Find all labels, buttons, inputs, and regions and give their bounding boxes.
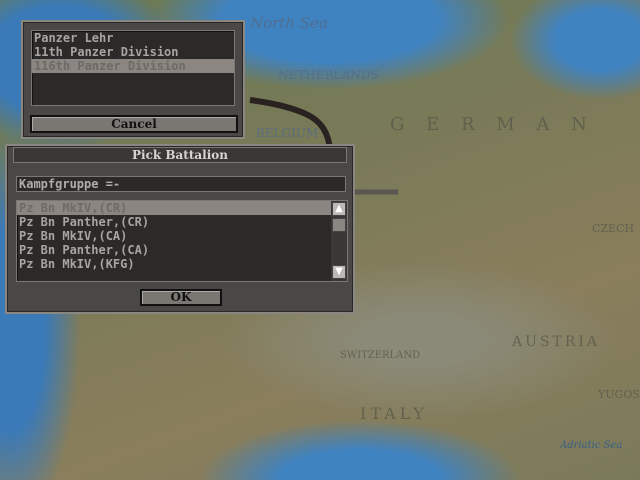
- map-label: ITALY: [360, 404, 428, 423]
- map-label: CZECH: [592, 222, 635, 235]
- battalion-item[interactable]: Pz Bn MkIV,(KFG): [17, 257, 347, 271]
- division-list[interactable]: Panzer Lehr 11th Panzer Division 116th P…: [31, 30, 235, 106]
- scroll-thumb[interactable]: [332, 218, 346, 232]
- map-label: Adriatic Sea: [560, 440, 623, 451]
- division-dialog: Panzer Lehr 11th Panzer Division 116th P…: [21, 20, 245, 139]
- map-label: G E R M A N: [390, 114, 595, 135]
- dialog-title: Pick Battalion: [13, 147, 347, 163]
- division-item-selected[interactable]: 116th Panzer Division: [32, 59, 234, 73]
- pick-battalion-dialog: Pick Battalion Kampfgruppe =- Pz Bn MkIV…: [5, 144, 355, 314]
- division-item[interactable]: 11th Panzer Division: [32, 45, 234, 59]
- scrollbar[interactable]: ▲ ▼: [331, 201, 347, 281]
- battalion-item[interactable]: Pz Bn Panther,(CA): [17, 243, 347, 257]
- scroll-up-arrow-icon[interactable]: ▲: [332, 202, 346, 216]
- kampfgruppe-label: Kampfgruppe =-: [16, 176, 346, 192]
- ok-button[interactable]: OK: [140, 289, 222, 306]
- battalion-item-selected[interactable]: Pz Bn MkIV,(CR): [17, 201, 331, 215]
- scroll-down-arrow-icon[interactable]: ▼: [332, 265, 346, 279]
- battalion-item[interactable]: Pz Bn Panther,(CR): [17, 215, 347, 229]
- map-label: North Sea: [250, 14, 328, 32]
- map-label: SWITZERLAND: [340, 350, 421, 361]
- map-label: YUGOS: [598, 388, 640, 401]
- cancel-button[interactable]: Cancel: [30, 115, 238, 133]
- map-label: NETHERLANDS: [278, 68, 379, 82]
- battalion-list[interactable]: Pz Bn MkIV,(CR) Pz Bn Panther,(CR) Pz Bn…: [16, 200, 348, 282]
- battalion-item[interactable]: Pz Bn MkIV,(CA): [17, 229, 347, 243]
- map-label: AUSTRIA: [512, 334, 601, 350]
- division-item[interactable]: Panzer Lehr: [32, 31, 234, 45]
